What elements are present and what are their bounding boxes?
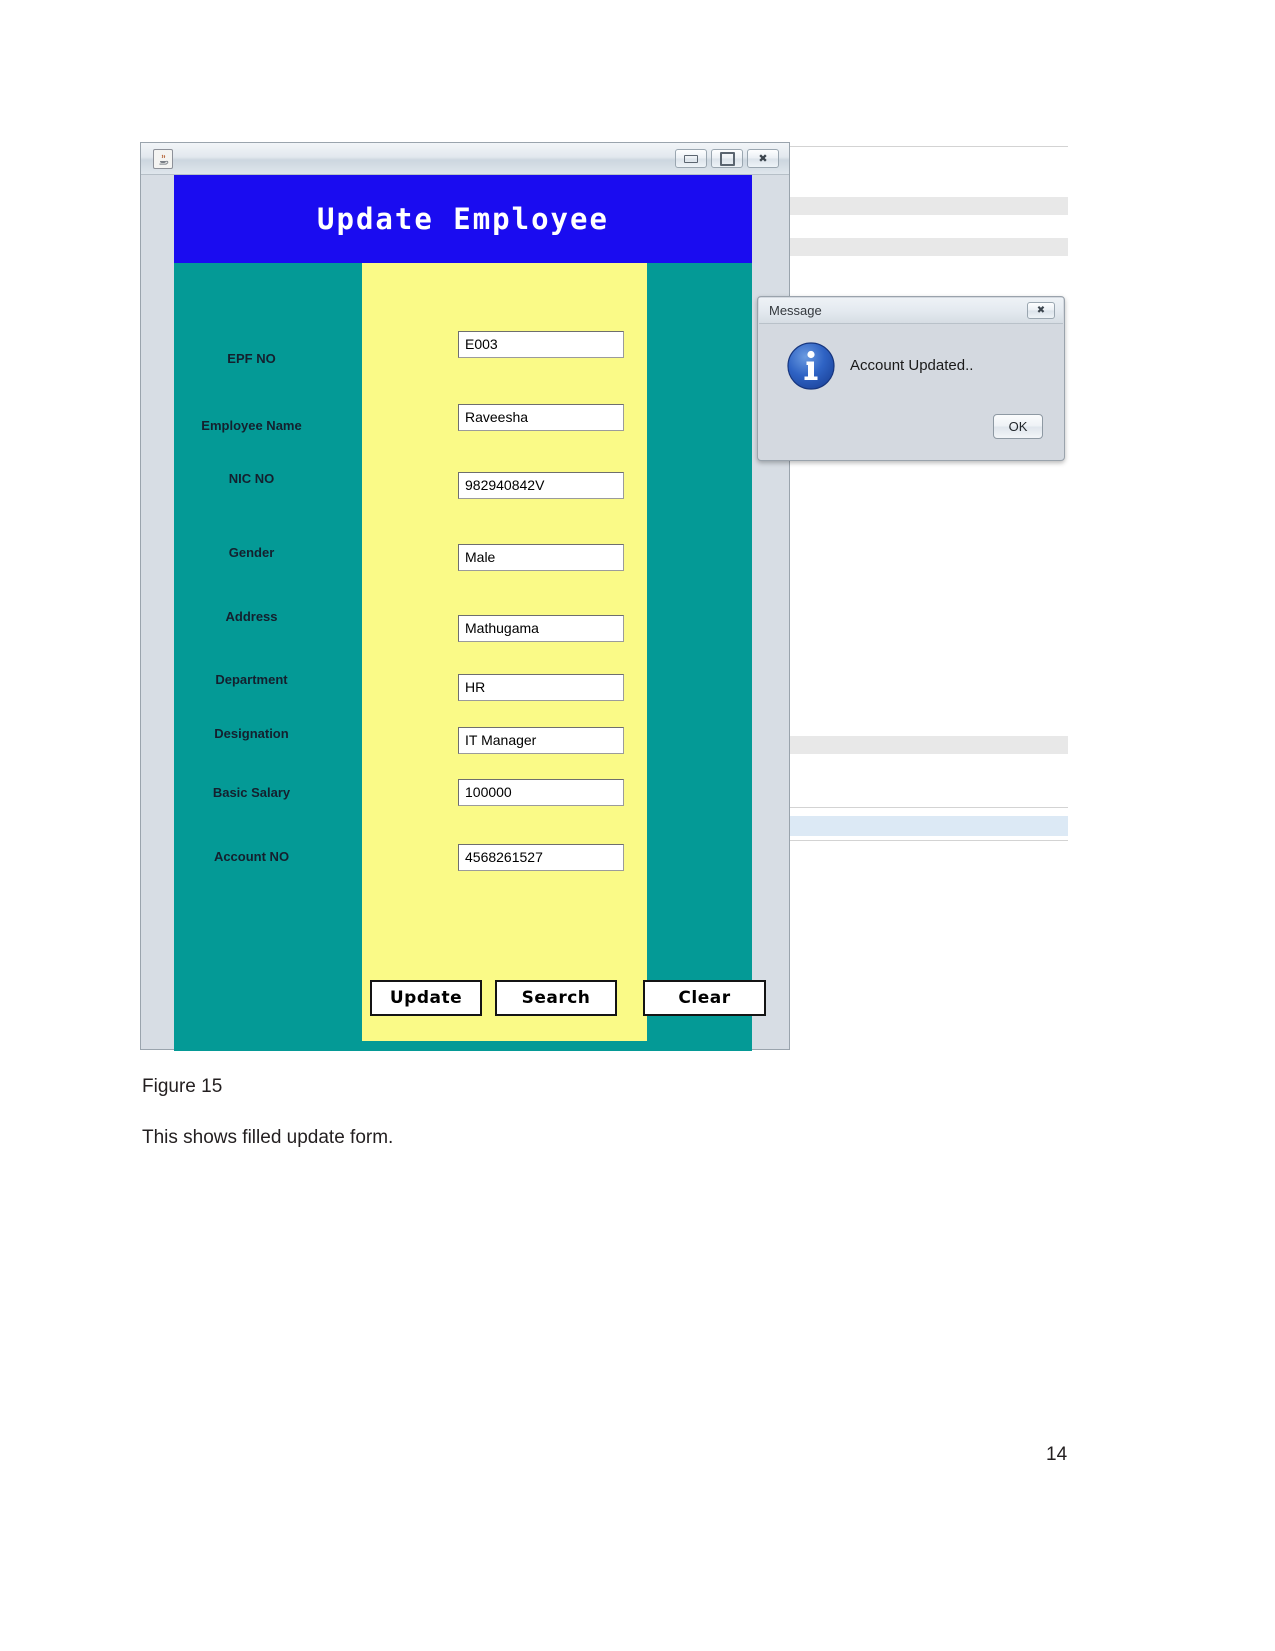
figure-caption: Figure 15 — [142, 1076, 223, 1097]
label-epf-no: EPF NO — [227, 351, 276, 366]
gender-input[interactable]: Male — [458, 544, 624, 571]
label-account-no: Account NO — [213, 849, 290, 864]
bg-rule — [788, 816, 1068, 836]
form-header-banner: Update Employee — [174, 175, 752, 263]
employee-name-input[interactable]: Raveesha — [458, 404, 624, 431]
close-icon: ✖ — [758, 152, 768, 165]
update-button[interactable]: Update — [370, 980, 482, 1016]
bg-rule — [788, 807, 1068, 808]
figure-description: This shows filled update form. — [142, 1127, 394, 1148]
ok-button[interactable]: OK — [993, 414, 1043, 439]
form-button-row: Update Search Clear — [362, 918, 766, 1041]
dialog-close-button[interactable]: ✖ — [1027, 302, 1055, 319]
label-gender: Gender — [228, 545, 275, 560]
bg-rule — [788, 146, 1068, 147]
designation-input[interactable]: IT Manager — [458, 727, 624, 754]
account-no-input[interactable]: 4568261527 — [458, 844, 624, 871]
window-title-bar: ✖ — [141, 143, 789, 175]
form-root: Update Employee EPF NO Employee Name NIC… — [174, 175, 766, 1051]
bg-rule — [788, 736, 1068, 754]
update-employee-window: ✖ Update Employee EPF NO Employee Name N… — [140, 142, 790, 1051]
label-nic-no: NIC NO — [228, 471, 275, 486]
message-dialog: Message ✖ Account Updated.. OK — [757, 296, 1065, 461]
label-designation: Designation — [214, 726, 289, 741]
dialog-title-bar: Message ✖ — [759, 298, 1063, 324]
address-input[interactable]: Mathugama — [458, 615, 624, 642]
label-basic-salary: Basic Salary — [212, 785, 291, 800]
search-button[interactable]: Search — [495, 980, 617, 1016]
bg-rule — [788, 197, 1068, 215]
close-icon: ✖ — [1036, 305, 1046, 316]
department-input[interactable]: HR — [458, 674, 624, 701]
panel-gutter-left — [329, 263, 362, 1051]
label-employee-name: Employee Name — [201, 418, 302, 433]
form-field-panel: E003 Raveesha 982940842V Male Mathugama … — [362, 263, 647, 918]
panel-gutter-right — [647, 263, 752, 1051]
bg-rule — [788, 840, 1068, 841]
label-department: Department — [215, 672, 288, 687]
basic-salary-input[interactable]: 100000 — [458, 779, 624, 806]
java-coffee-cup-icon — [153, 149, 173, 169]
page-number: 14 — [1046, 1444, 1068, 1465]
clear-button[interactable]: Clear — [643, 980, 766, 1016]
maximize-icon — [719, 151, 735, 166]
dialog-title: Message — [769, 303, 822, 318]
epf-no-input[interactable]: E003 — [458, 331, 624, 358]
page-title: Update Employee — [317, 202, 609, 236]
minimize-icon — [684, 154, 698, 163]
bg-rule — [788, 238, 1068, 256]
maximize-button[interactable] — [711, 149, 743, 168]
info-icon — [786, 341, 836, 391]
close-button[interactable]: ✖ — [747, 149, 779, 168]
form-label-column — [174, 263, 329, 1051]
minimize-button[interactable] — [675, 149, 707, 168]
nic-no-input[interactable]: 982940842V — [458, 472, 624, 499]
dialog-message-text: Account Updated.. — [850, 357, 974, 374]
label-address: Address — [225, 609, 278, 624]
